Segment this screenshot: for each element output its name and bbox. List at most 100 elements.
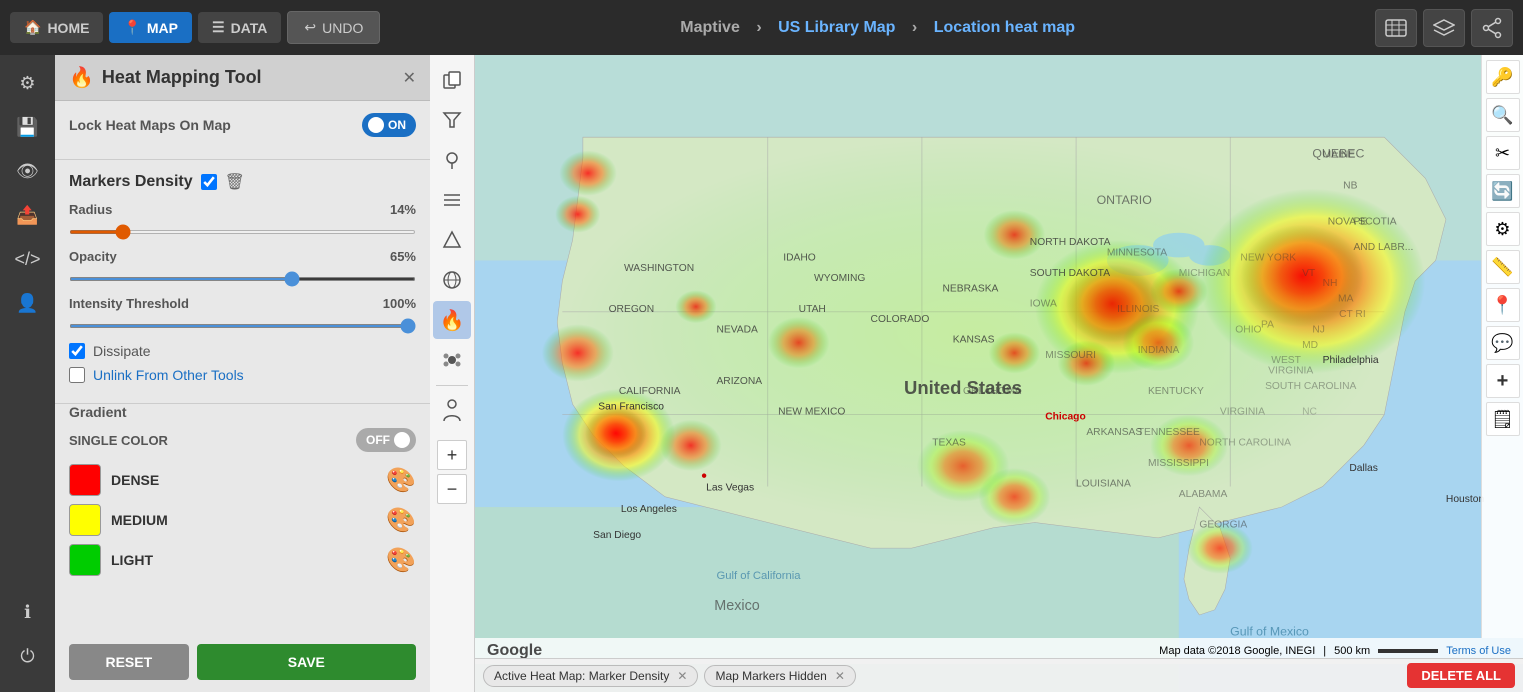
map-tool-person[interactable] — [433, 392, 471, 430]
data-label: DATA — [231, 20, 268, 36]
right-icon-scissors[interactable]: ✂ — [1486, 136, 1520, 170]
zoom-out-button[interactable]: − — [437, 474, 467, 504]
map-button[interactable]: 📍 MAP — [109, 12, 192, 43]
map-tool-layers[interactable] — [433, 181, 471, 219]
sidebar-user[interactable]: 👤 — [8, 283, 48, 323]
map-container[interactable]: United States Mexico ONTARIO QUEBEC WASH… — [475, 55, 1523, 692]
toggle-circle-off — [394, 432, 410, 448]
unlink-label[interactable]: Unlink From Other Tools — [93, 367, 244, 383]
dense-color-swatch[interactable] — [69, 464, 101, 496]
right-icon-refresh[interactable]: 🔄 — [1486, 174, 1520, 208]
svg-text:COLORADO: COLORADO — [871, 314, 930, 325]
map-tool-filter[interactable] — [433, 101, 471, 139]
svg-text:MA: MA — [1338, 294, 1354, 305]
svg-text:KANSAS: KANSAS — [953, 335, 995, 346]
opacity-value: 65% — [390, 249, 416, 264]
light-color-swatch[interactable] — [69, 544, 101, 576]
svg-text:VIRGINIA: VIRGINIA — [1220, 407, 1265, 418]
zoom-in-button[interactable]: + — [437, 440, 467, 470]
heat-map-badge-close[interactable]: ✕ — [677, 669, 687, 683]
terms-of-use-link[interactable]: Terms of Use — [1446, 645, 1511, 657]
sidebar-share[interactable]: 📤 — [8, 195, 48, 235]
gradient-section: Gradient SINGLE COLOR OFF DENSE 🎨 MEDIUM… — [55, 404, 430, 596]
delete-all-button[interactable]: DELETE ALL — [1407, 663, 1515, 688]
top-nav: 🏠 HOME 📍 MAP ☰ DATA ↩ UNDO Maptive › US … — [0, 0, 1523, 55]
undo-label: UNDO — [322, 20, 363, 36]
right-icon-key[interactable]: 🔑 — [1486, 60, 1520, 94]
svg-text:NC: NC — [1302, 407, 1317, 418]
markers-badge: Map Markers Hidden ✕ — [704, 665, 855, 687]
svg-text:NORTH CAROLINA: NORTH CAROLINA — [1199, 437, 1291, 448]
svg-text:INDIANA: INDIANA — [1138, 345, 1180, 356]
radius-slider[interactable] — [69, 230, 416, 234]
map-tool-globe[interactable] — [433, 261, 471, 299]
data-icon: ☰ — [212, 19, 225, 36]
dissipate-checkbox[interactable] — [69, 343, 85, 359]
unlink-checkbox[interactable] — [69, 367, 85, 383]
right-icon-table[interactable]: 🗒 — [1486, 402, 1520, 436]
sidebar-settings[interactable]: ⚙ — [8, 63, 48, 103]
breadcrumb-map[interactable]: US Library Map — [778, 19, 895, 36]
share-button[interactable] — [1471, 9, 1513, 47]
reset-button[interactable]: RESET — [69, 644, 189, 680]
opacity-slider[interactable] — [69, 277, 416, 281]
map-tool-shape[interactable] — [433, 221, 471, 259]
layers-button[interactable] — [1423, 9, 1465, 47]
sidebar-help[interactable]: ℹ — [8, 592, 48, 632]
markers-badge-close[interactable]: ✕ — [835, 669, 845, 683]
radius-row: Radius 14% — [69, 202, 416, 239]
undo-button[interactable]: ↩ UNDO — [287, 11, 380, 44]
right-icon-settings[interactable]: ⚙ — [1486, 212, 1520, 246]
svg-text:MISSISSIPPI: MISSISSIPPI — [1148, 458, 1209, 469]
map-style-button[interactable] — [1375, 9, 1417, 47]
svg-text:San Diego: San Diego — [593, 530, 641, 541]
dense-color-wheel[interactable]: 🎨 — [386, 466, 416, 495]
data-button[interactable]: ☰ DATA — [198, 12, 281, 43]
tool-close-button[interactable]: ✕ — [403, 68, 416, 88]
radius-label-row: Radius 14% — [69, 202, 416, 217]
markers-density-delete[interactable]: 🗑 — [225, 172, 245, 192]
map-tool-cluster[interactable] — [433, 341, 471, 379]
right-icon-chat[interactable]: 💬 — [1486, 326, 1520, 360]
medium-color-wheel[interactable]: 🎨 — [386, 506, 416, 535]
left-sidebar: ⚙ 💾 👁 📤 </> 👤 ℹ ⏻ — [0, 55, 55, 692]
save-button[interactable]: SAVE — [197, 644, 416, 680]
map-tool-copy[interactable] — [433, 61, 471, 99]
sidebar-save[interactable]: 💾 — [8, 107, 48, 147]
medium-color-swatch[interactable] — [69, 504, 101, 536]
fire-tool-icon: 🔥 — [440, 308, 465, 333]
svg-text:UTAH: UTAH — [799, 304, 826, 315]
undo-icon: ↩ — [304, 19, 316, 36]
right-icon-search[interactable]: 🔍 — [1486, 98, 1520, 132]
single-color-toggle[interactable]: OFF — [356, 428, 416, 452]
svg-text:WASHINGTON: WASHINGTON — [624, 263, 694, 274]
intensity-slider[interactable] — [69, 324, 416, 328]
dense-label: DENSE — [111, 472, 376, 488]
markers-density-checkbox[interactable] — [201, 174, 217, 190]
sidebar-embed[interactable]: </> — [8, 239, 48, 279]
lock-toggle[interactable]: ON — [362, 113, 416, 137]
right-icon-add[interactable]: + — [1486, 364, 1520, 398]
sidebar-preview[interactable]: 👁 — [8, 151, 48, 191]
svg-text:TEXAS: TEXAS — [932, 437, 966, 448]
svg-text:NJ: NJ — [1312, 324, 1325, 335]
breadcrumb: Maptive › US Library Map › Location heat… — [386, 19, 1369, 37]
breadcrumb-layer[interactable]: Location heat map — [934, 19, 1075, 36]
light-color-wheel[interactable]: 🎨 — [386, 546, 416, 575]
map-data-text: Map data ©2018 Google, INEGI — [1159, 645, 1315, 657]
right-icon-pin[interactable]: 📍 — [1486, 288, 1520, 322]
opacity-label-row: Opacity 65% — [69, 249, 416, 264]
home-button[interactable]: 🏠 HOME — [10, 12, 103, 43]
single-color-toggle-state: OFF — [366, 433, 390, 447]
dense-color-row: DENSE 🎨 — [69, 464, 416, 496]
status-bar: Active Heat Map: Marker Density ✕ Map Ma… — [475, 658, 1523, 692]
brand-name: Maptive — [680, 19, 740, 36]
map-tool-fire[interactable]: 🔥 — [433, 301, 471, 339]
svg-text:ALABAMA: ALABAMA — [1179, 489, 1228, 500]
intensity-row: Intensity Threshold 100% — [69, 296, 416, 333]
toggle-state: ON — [388, 118, 406, 132]
svg-text:Houston: Houston — [1446, 494, 1485, 505]
right-icon-ruler[interactable]: 📏 — [1486, 250, 1520, 284]
map-tool-pin[interactable] — [433, 141, 471, 179]
sidebar-power[interactable]: ⏻ — [8, 636, 48, 676]
